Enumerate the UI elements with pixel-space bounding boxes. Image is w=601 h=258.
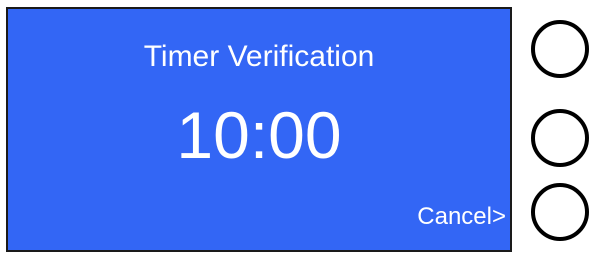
side-button-top[interactable] <box>531 20 589 78</box>
timer-value: 10:00 <box>176 98 342 172</box>
screen-title: Timer Verification <box>143 40 375 73</box>
cancel-softkey-label[interactable]: Cancel> <box>417 203 506 231</box>
side-button-bottom[interactable] <box>531 183 589 241</box>
side-button-middle[interactable] <box>531 109 589 167</box>
display-screen: Timer Verification 10:00 Cancel> <box>6 7 512 252</box>
